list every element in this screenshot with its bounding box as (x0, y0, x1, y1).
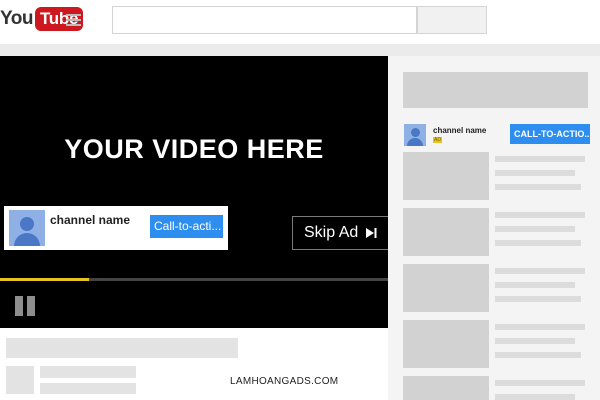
related-thumbnail (403, 264, 489, 312)
logo-you-text: You (0, 8, 33, 29)
progress-bar[interactable] (0, 278, 388, 281)
skip-ad-label: Skip Ad (304, 224, 359, 241)
sidebar-banner-placeholder (403, 72, 588, 108)
sidebar-call-to-action-button[interactable]: CALL-TO-ACTIO... (510, 124, 590, 144)
ad-badge: AD (433, 137, 442, 143)
uploader-meta-placeholder (40, 383, 136, 394)
progress-bar-fill (0, 278, 90, 281)
search-button[interactable] (417, 6, 487, 34)
sidebar: channel name AD CALL-TO-ACTIO... (388, 56, 600, 400)
related-meta-line (495, 184, 581, 190)
header-divider (0, 44, 600, 56)
related-meta-line (495, 352, 581, 358)
video-player[interactable]: YOUR VIDEO HERE channel name Call-to-act… (0, 56, 388, 328)
related-meta-line (495, 226, 575, 232)
sidebar-ad-channel-name[interactable]: channel name (433, 126, 486, 135)
skip-icon (366, 228, 377, 238)
related-title-line (495, 212, 585, 218)
uploader-name-placeholder (40, 366, 136, 378)
avatar-icon (404, 124, 426, 146)
skip-ad-button[interactable]: Skip Ad (292, 216, 388, 250)
related-meta-line (495, 338, 575, 344)
video-title-placeholder (6, 338, 238, 358)
video-placeholder-title: YOUR VIDEO HERE (64, 134, 324, 164)
search-input[interactable] (112, 6, 417, 34)
watermark-text: LAMHOANGADS.COM (230, 376, 339, 387)
ad-channel-name[interactable]: channel name (50, 213, 130, 227)
related-thumbnail (403, 208, 489, 256)
related-meta-line (495, 394, 575, 400)
avatar-icon (9, 210, 45, 246)
related-title-line (495, 268, 585, 274)
ad-overlay-card[interactable]: channel name Call-to-acti... (4, 206, 228, 250)
related-thumbnail (403, 152, 489, 200)
related-meta-line (495, 282, 575, 288)
guide-menu-icon[interactable] (66, 14, 81, 26)
pause-icon[interactable] (15, 296, 37, 318)
related-title-line (495, 156, 585, 162)
related-title-line (495, 324, 585, 330)
related-meta-line (495, 296, 581, 302)
related-title-line (495, 380, 585, 386)
related-meta-line (495, 170, 575, 176)
masthead: You Tube (0, 0, 600, 44)
related-thumbnail (403, 376, 489, 400)
call-to-action-button[interactable]: Call-to-acti... (150, 215, 223, 238)
related-thumbnail (403, 320, 489, 368)
related-meta-line (495, 240, 581, 246)
uploader-avatar-placeholder (6, 366, 34, 394)
